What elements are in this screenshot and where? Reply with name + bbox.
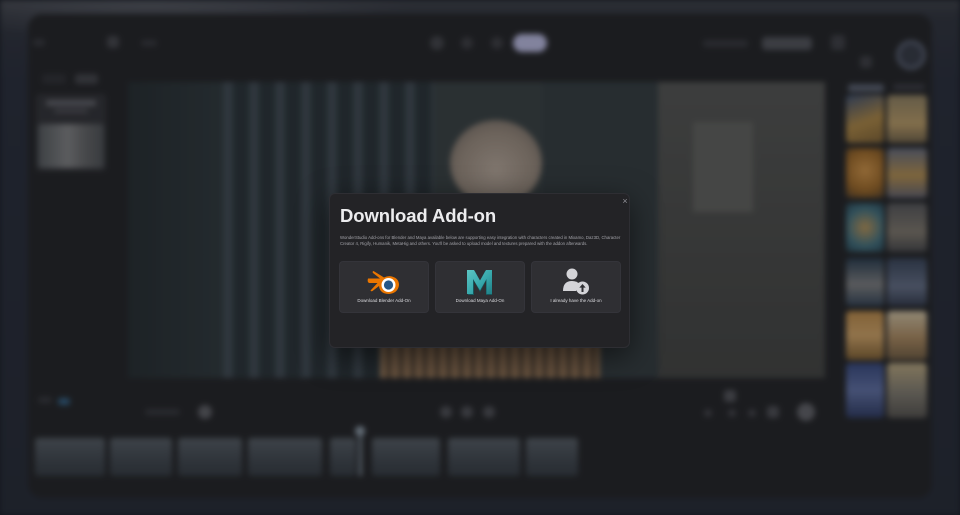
user-upload-icon: [563, 268, 589, 295]
option-label: Download Maya Add-On: [455, 298, 505, 303]
dialog-description: WonderStudio Add-ons for Blender and May…: [340, 235, 621, 246]
already-have-addon-button[interactable]: I already have the Add-on: [531, 261, 621, 313]
screen: Download Add-on × WonderStudio Add-ons f…: [0, 0, 960, 515]
dialog-title: Download Add-on: [340, 205, 497, 226]
option-label: Download Blender Add-On: [357, 298, 411, 303]
download-addon-dialog: Download Add-on × WonderStudio Add-ons f…: [329, 193, 630, 348]
blender-logo-icon: [367, 271, 399, 294]
close-icon[interactable]: ×: [620, 195, 630, 207]
option-label: I already have the Add-on: [550, 298, 602, 303]
maya-logo-icon: [467, 270, 492, 295]
download-maya-addon-button[interactable]: Download Maya Add-On: [435, 261, 525, 313]
download-blender-addon-button[interactable]: Download Blender Add-On: [339, 261, 429, 313]
